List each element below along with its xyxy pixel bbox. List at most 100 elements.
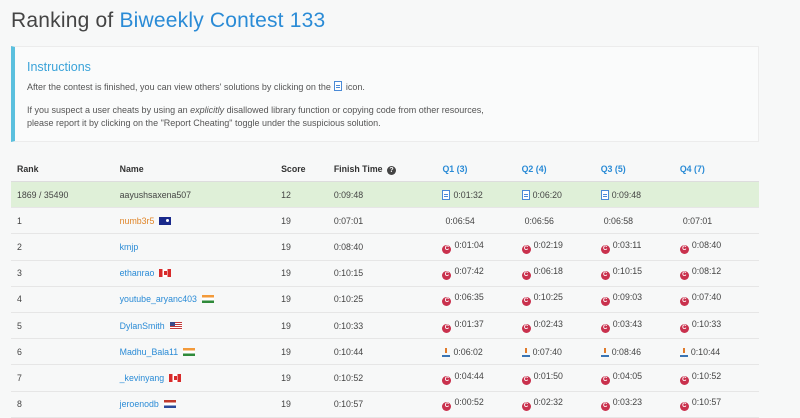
flag-in-icon	[201, 295, 214, 304]
flag-nl-icon	[163, 400, 176, 409]
page-title: Ranking of Biweekly Contest 133	[11, 9, 325, 33]
flag-au-icon	[159, 216, 172, 225]
q4-time: 0:10:33	[691, 318, 722, 329]
score-cell: 19	[281, 286, 334, 313]
instructions-line-1: After the contest is finished, you can v…	[27, 81, 365, 94]
q3-cell: 0:08:46	[600, 338, 680, 366]
cpp-icon[interactable]: C	[679, 244, 689, 254]
name-cell: numb3r5	[119, 207, 282, 235]
header-q1[interactable]: Q1 (3)	[442, 157, 522, 182]
java-icon[interactable]	[679, 347, 688, 357]
q2-time: 0:02:19	[533, 239, 563, 250]
user-name-link[interactable]: DylanSmith	[120, 321, 165, 331]
score-cell: 19	[281, 364, 334, 392]
instructions-title: Instructions	[27, 60, 91, 74]
q1-cell: C 0:06:35	[442, 286, 522, 313]
cpp-icon[interactable]: C	[600, 375, 610, 385]
cpp-icon[interactable]: C	[600, 297, 610, 307]
q2-time: 0:10:25	[533, 292, 563, 303]
q3-time: 0:10:15	[612, 266, 643, 277]
finish-time-cell: 0:10:15	[333, 260, 443, 287]
java-icon[interactable]	[442, 347, 451, 357]
q3-time: 0:09:03	[612, 292, 643, 303]
user-name-link[interactable]: ethanrao	[120, 268, 155, 278]
cpp-icon[interactable]: C	[521, 244, 531, 254]
cpp-icon[interactable]: C	[679, 297, 689, 307]
q1-cell: 0:06:54	[442, 207, 522, 235]
cpp-icon[interactable]: C	[521, 271, 531, 281]
finish-time-cell: 0:10:44	[333, 338, 443, 366]
q4-cell: C 0:08:12	[679, 260, 759, 287]
header-q4[interactable]: Q4 (7)	[679, 157, 759, 182]
score-cell: 19	[281, 312, 334, 340]
user-name-link[interactable]: youtube_aryanc403	[120, 294, 197, 304]
q1-cell: C 0:04:44	[442, 364, 522, 392]
instructions-line-2: If you suspect a user cheats by using an…	[27, 104, 484, 117]
cpp-icon[interactable]: C	[442, 271, 452, 281]
rank-cell: 5	[11, 312, 120, 340]
java-icon[interactable]	[521, 347, 530, 357]
question-icon[interactable]: ?	[386, 165, 396, 175]
q4-time: 0:07:40	[691, 292, 722, 303]
q2-cell: C 0:10:25	[521, 286, 601, 313]
user-name-link[interactable]: Madhu_Bala11	[120, 347, 179, 357]
cpp-icon[interactable]: C	[442, 244, 452, 254]
cpp-icon[interactable]: C	[679, 402, 689, 412]
user-name-link[interactable]: numb3r5	[120, 216, 155, 226]
java-icon[interactable]	[600, 347, 609, 357]
user-name-link[interactable]: aayushsaxena507	[120, 190, 191, 200]
instructions-line-2-end: disallowed library function or copying c…	[226, 105, 484, 115]
user-name-link[interactable]: _kevinyang	[120, 373, 165, 383]
cpp-icon[interactable]: C	[679, 375, 689, 385]
user-name-link[interactable]: kmjp	[120, 242, 139, 252]
header-name: Name	[119, 157, 282, 182]
q1-time: 0:01:32	[453, 189, 483, 200]
header-rank: Rank	[11, 157, 120, 182]
rank-cell: 8	[11, 391, 120, 418]
cpp-icon[interactable]: C	[521, 297, 531, 307]
q3-time: 0:03:43	[612, 318, 643, 329]
q3-cell: C 0:03:23	[600, 391, 680, 418]
solution-doc-icon[interactable]	[521, 189, 530, 200]
instructions-line-1-end: icon.	[345, 82, 365, 92]
cpp-icon[interactable]: C	[442, 323, 452, 333]
header-q2[interactable]: Q2 (4)	[521, 157, 601, 182]
score-cell: 19	[281, 207, 334, 235]
flag-in-icon	[183, 347, 196, 356]
rank-cell: 6	[11, 338, 120, 366]
ranking-table: Rank Name Score Finish Time ? Q1 (3) Q2 …	[11, 157, 759, 418]
cpp-icon[interactable]: C	[600, 402, 610, 412]
q1-time: 0:04:44	[454, 370, 484, 381]
header-q3[interactable]: Q3 (5)	[600, 157, 680, 182]
cpp-icon[interactable]: C	[442, 297, 452, 307]
q2-time: 0:01:50	[533, 370, 563, 381]
solution-doc-icon[interactable]	[442, 189, 451, 200]
q2-time: 0:06:20	[532, 189, 562, 200]
user-name-link[interactable]: jeroenodb	[120, 399, 159, 409]
q4-cell	[679, 181, 759, 209]
contest-name: Biweekly Contest 133	[119, 9, 326, 32]
cpp-icon[interactable]: C	[679, 323, 689, 333]
q3-time: 0:06:58	[603, 215, 634, 226]
cpp-icon[interactable]: C	[442, 375, 452, 385]
instructions-line-2-text: If you suspect a user cheats by using an	[27, 105, 188, 115]
cpp-icon[interactable]: C	[521, 402, 531, 412]
q3-time: 0:03:23	[612, 397, 643, 408]
q2-cell: C 0:01:50	[521, 364, 601, 392]
cpp-icon[interactable]: C	[600, 244, 610, 254]
cpp-icon[interactable]: C	[600, 271, 610, 281]
cpp-icon[interactable]: C	[679, 271, 689, 281]
finish-time-cell: 0:09:48	[333, 181, 443, 209]
q3-cell: C 0:10:15	[600, 260, 680, 287]
cpp-icon[interactable]: C	[521, 323, 531, 333]
q1-time: 0:00:52	[454, 397, 484, 408]
cpp-icon[interactable]: C	[442, 402, 452, 412]
q4-time: 0:10:52	[691, 370, 722, 381]
q2-cell: 0:06:56	[521, 207, 601, 235]
solution-doc-icon[interactable]	[600, 189, 609, 200]
cpp-icon[interactable]: C	[600, 323, 610, 333]
cpp-icon[interactable]: C	[521, 375, 531, 385]
name-cell: jeroenodb	[119, 391, 282, 418]
q2-time: 0:02:32	[533, 397, 563, 408]
q3-time: 0:09:48	[611, 189, 642, 200]
